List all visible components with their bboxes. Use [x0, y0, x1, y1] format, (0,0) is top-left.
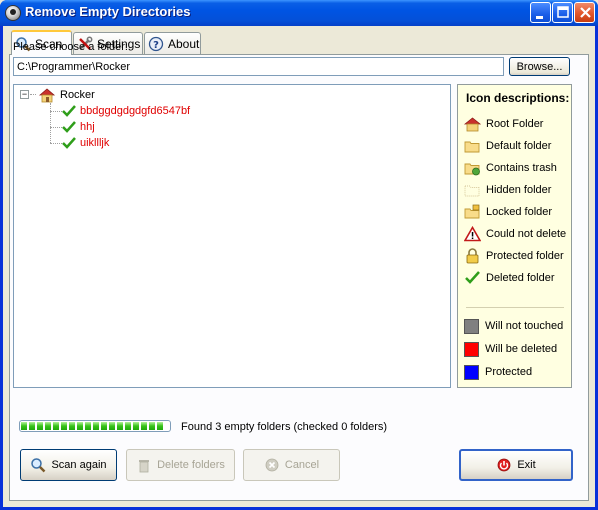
- legend-label: Deleted folder: [486, 272, 555, 284]
- warning-icon: [464, 226, 481, 242]
- tree-node-child[interactable]: bbdggdgdgdgfd6547bf: [50, 103, 190, 119]
- checkmark-icon: [62, 121, 76, 133]
- cancel-button[interactable]: Cancel: [243, 449, 340, 481]
- progress-segment: [37, 422, 43, 430]
- choose-folder-label: Please choose a folder:: [13, 41, 128, 53]
- scan-progress-bar: [19, 420, 171, 432]
- legend-label: Locked folder: [486, 206, 553, 218]
- legend-item: Default folder: [464, 137, 551, 155]
- checkmark-icon: [62, 137, 76, 149]
- legend-item: Hidden folder: [464, 181, 551, 199]
- progress-segment: [45, 422, 51, 430]
- maximize-button[interactable]: [552, 2, 573, 23]
- legend-title: Icon descriptions:: [466, 91, 570, 105]
- legend-label: Will not touched: [485, 320, 564, 332]
- icon-legend: Icon descriptions: Root Folder Default f…: [457, 84, 572, 388]
- minimize-icon: [536, 16, 543, 19]
- tree-node-label: Rocker: [60, 89, 95, 101]
- legend-item: Contains trash: [464, 159, 557, 177]
- checkmark-icon: [465, 271, 480, 284]
- delete-folders-label: Delete folders: [157, 459, 225, 471]
- scan-again-label: Scan again: [51, 459, 107, 471]
- checkmark-icon: [62, 105, 76, 117]
- magnifier-icon: [31, 458, 46, 473]
- progress-segment: [101, 422, 107, 430]
- progress-segment: [53, 422, 59, 430]
- legend-label: Hidden folder: [486, 184, 552, 196]
- progress-segment: [21, 422, 27, 430]
- scan-again-button[interactable]: Scan again: [20, 449, 117, 481]
- tree-connector: [30, 94, 36, 95]
- legend-item: Protected folder: [464, 247, 564, 265]
- folder-trash-icon: [464, 163, 480, 176]
- status-text: Found 3 empty folders (checked 0 folders…: [181, 421, 388, 433]
- progress-segment: [77, 422, 83, 430]
- close-icon: [580, 7, 591, 18]
- legend-label: Contains trash: [486, 162, 557, 174]
- folder-path-input[interactable]: [13, 57, 504, 76]
- minimize-button[interactable]: [530, 2, 551, 23]
- hidden-folder-icon: [464, 185, 480, 197]
- progress-segment: [141, 422, 147, 430]
- exit-button[interactable]: Exit: [459, 449, 573, 481]
- tab-about[interactable]: ? About: [144, 32, 201, 54]
- legend-divider: [466, 307, 564, 308]
- legend-item: Locked folder: [464, 203, 552, 221]
- legend-label: Protected folder: [486, 250, 564, 262]
- color-swatch-gray: [464, 318, 479, 334]
- legend-item: Could not delete: [464, 225, 566, 243]
- progress-segment: [117, 422, 123, 430]
- progress-segment: [157, 422, 163, 430]
- tree-node-label: bbdggdgdgdgfd6547bf: [80, 105, 191, 117]
- legend-label: Default folder: [486, 140, 552, 152]
- app-icon: [5, 5, 21, 21]
- progress-segment: [61, 422, 67, 430]
- browse-button[interactable]: Browse...: [509, 57, 570, 76]
- legend-label: Will be deleted: [485, 343, 558, 355]
- progress-segment: [109, 422, 115, 430]
- legend-item: Root Folder: [464, 115, 543, 133]
- tree-node-child[interactable]: hhj: [50, 119, 95, 135]
- home-folder-icon: [38, 88, 56, 103]
- legend-label: Protected: [485, 366, 533, 378]
- progress-segment: [93, 422, 99, 430]
- progress-segment: [85, 422, 91, 430]
- collapse-toggle-icon[interactable]: −: [20, 90, 29, 99]
- tree-node-root[interactable]: Rocker: [38, 87, 95, 103]
- progress-segment: [133, 422, 139, 430]
- cancel-icon: [265, 458, 279, 472]
- svg-text:?: ?: [153, 40, 159, 51]
- power-icon: [497, 458, 511, 472]
- delete-folders-button[interactable]: Delete folders: [126, 449, 235, 481]
- trash-icon: [139, 460, 150, 473]
- help-icon: ?: [148, 36, 164, 51]
- tree-node-label: hhj: [80, 121, 95, 133]
- locked-folder-icon: [464, 204, 480, 219]
- folder-icon: [464, 141, 480, 153]
- maximize-icon: [557, 6, 569, 18]
- folder-tree[interactable]: − Rocker bbdggdgdgdgfd6547bf hhj uiklllj…: [13, 84, 451, 388]
- progress-segment: [125, 422, 131, 430]
- close-button[interactable]: [574, 2, 595, 23]
- window-title: Remove Empty Directories: [25, 4, 191, 19]
- legend-color-item: Protected: [464, 363, 532, 381]
- progress-segment: [29, 422, 35, 430]
- exit-label: Exit: [517, 459, 536, 471]
- home-folder-icon: [464, 117, 481, 132]
- tab-about-label: About: [168, 36, 200, 51]
- title-bar[interactable]: Remove Empty Directories: [0, 0, 598, 26]
- legend-label: Root Folder: [486, 118, 544, 130]
- legend-item: Deleted folder: [464, 269, 555, 287]
- progress-segment: [69, 422, 75, 430]
- padlock-icon: [466, 248, 479, 264]
- legend-color-item: Will not touched: [464, 317, 563, 335]
- tree-node-label: uikllljk: [80, 137, 110, 149]
- cancel-label: Cancel: [284, 459, 320, 471]
- color-swatch-red: [464, 341, 479, 357]
- progress-segment: [149, 422, 155, 430]
- legend-color-item: Will be deleted: [464, 340, 557, 358]
- tree-node-child[interactable]: uikllljk: [50, 135, 109, 151]
- legend-label: Could not delete: [486, 228, 567, 240]
- color-swatch-blue: [464, 364, 479, 380]
